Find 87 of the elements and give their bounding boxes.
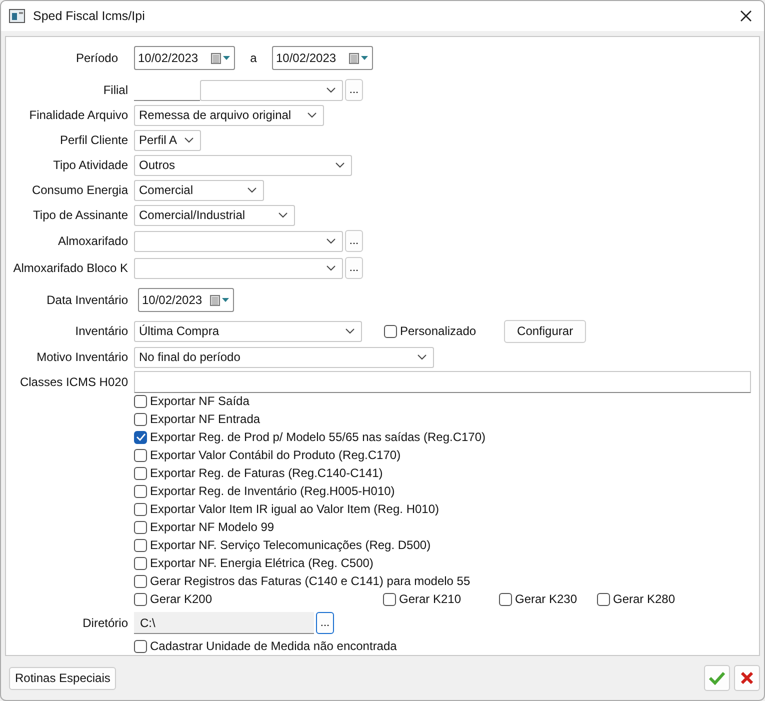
chevron-icon (335, 162, 345, 168)
checkbox[interactable] (499, 592, 512, 606)
checkbox[interactable] (134, 502, 147, 516)
checkmark-icon (709, 671, 725, 685)
field-label: Classes ICMS H020 (18, 375, 129, 389)
chevron-icon (326, 238, 336, 244)
chevron-icon (247, 187, 257, 193)
chevron-icon (345, 328, 355, 334)
cancel-button[interactable] (734, 665, 760, 691)
range-separator: a (249, 51, 258, 65)
dropdown[interactable]: No final do período (134, 346, 434, 368)
checkbox-label: Exportar NF Saída (150, 394, 250, 408)
dropdown[interactable]: Comercial/Industrial (134, 204, 295, 226)
field-label: Perfil Cliente (58, 133, 129, 147)
checkbox-label: Gerar K200 (150, 592, 212, 606)
field-label: Almoxarifado Bloco K (12, 261, 129, 275)
field-label: Inventário (74, 324, 129, 338)
browse-button[interactable]: ... (345, 230, 363, 252)
checkbox[interactable] (134, 466, 147, 480)
checkbox-label: Exportar Reg. de Faturas (Reg.C140-C141) (150, 466, 383, 480)
dropdown[interactable]: Perfil A (134, 130, 201, 150)
close-icon[interactable] (740, 10, 752, 22)
checkbox-label: Personalizado (400, 324, 476, 338)
checkbox-label: Exportar NF. Serviço Telecomunicações (Reg. D500) (150, 538, 431, 552)
checkbox[interactable] (134, 412, 147, 426)
chevron-icon (307, 112, 317, 118)
configure-button[interactable]: Configurar (504, 320, 586, 342)
checkbox[interactable] (134, 430, 147, 444)
checkbox-label: Exportar Valor Item IR igual ao Valor Item (Reg. H010) (150, 502, 440, 516)
chevron-icon (326, 87, 336, 93)
dropdown[interactable]: Comercial (134, 180, 264, 200)
field-label: Consumo Energia (30, 183, 129, 197)
window-icon (9, 9, 25, 23)
field-label: Almoxarifado (56, 234, 129, 248)
date-field[interactable]: 10/02/2023 (134, 46, 235, 70)
checkbox-label: Exportar Reg. de Inventário (Reg.H005-H010) (150, 484, 395, 498)
checkbox-label: Gerar K280 (613, 592, 676, 606)
browse-button[interactable]: ... (345, 79, 363, 101)
checkbox-label: Exportar NF. Energia Elétrica (Reg. C500) (150, 556, 374, 570)
field-label: Diretório (82, 616, 129, 630)
date-field[interactable]: 10/02/2023 (272, 46, 373, 70)
checkbox-label: Exportar Valor Contábil do Produto (Reg.C170) (150, 448, 401, 462)
input-field[interactable] (134, 371, 751, 393)
special-routines-button[interactable]: Rotinas Especiais (9, 666, 116, 690)
checkbox[interactable] (134, 520, 147, 534)
field-label: Motivo Inventário (36, 350, 129, 364)
checkbox-label: Gerar Registros das Faturas (C140 e C141) para modelo 55 (150, 574, 470, 588)
browse-button[interactable]: ... (316, 612, 334, 634)
directory-field[interactable]: C:\ (134, 612, 314, 634)
chevron-icon (326, 265, 336, 271)
field-label: Tipo Atividade (52, 158, 129, 172)
field-label: Tipo de Assinante (32, 208, 129, 222)
checkbox-label: Cadastrar Unidade de Medida não encontrada (150, 639, 397, 653)
dropdown[interactable]: Outros (134, 154, 352, 176)
browse-button[interactable]: ... (345, 257, 363, 279)
chevron-icon (278, 212, 288, 218)
checkbox[interactable] (134, 484, 147, 498)
checkbox-label: Exportar Reg. de Prod p/ Modelo 55/65 nas saídas (Reg.C170) (150, 430, 486, 444)
checkbox-label: Gerar K230 (515, 592, 578, 606)
calendar-icon[interactable] (210, 294, 230, 306)
chevron-icon (417, 354, 427, 360)
checkbox[interactable] (384, 324, 397, 338)
checkbox-label: Gerar K210 (399, 592, 462, 606)
calendar-icon[interactable] (211, 52, 231, 64)
checkbox[interactable] (134, 592, 147, 606)
checkbox[interactable] (597, 592, 610, 606)
dropdown[interactable]: Remessa de arquivo original (134, 104, 324, 126)
window-title: Sped Fiscal Icms/Ipi (33, 9, 146, 23)
checkbox-label: Exportar NF Entrada (150, 412, 260, 426)
date-field[interactable]: 10/02/2023 (138, 288, 234, 312)
chevron-icon (184, 137, 194, 143)
confirm-button[interactable] (704, 665, 730, 691)
checkbox[interactable] (134, 394, 147, 408)
field-label: Finalidade Arquivo (28, 108, 129, 122)
checkbox-label: Exportar NF Modelo 99 (150, 520, 274, 534)
checkbox[interactable] (134, 538, 147, 552)
field-label: Filial (102, 83, 129, 97)
field-label: Período (74, 51, 119, 65)
dropdown[interactable]: Última Compra (134, 320, 362, 342)
field-label: Data Inventário (46, 293, 129, 307)
checkbox[interactable] (134, 556, 147, 570)
calendar-icon[interactable] (349, 52, 369, 64)
close-icon (741, 672, 753, 684)
checkbox[interactable] (134, 448, 147, 462)
checkbox[interactable] (134, 574, 147, 588)
checkbox[interactable] (134, 640, 147, 652)
checkbox[interactable] (383, 592, 396, 606)
